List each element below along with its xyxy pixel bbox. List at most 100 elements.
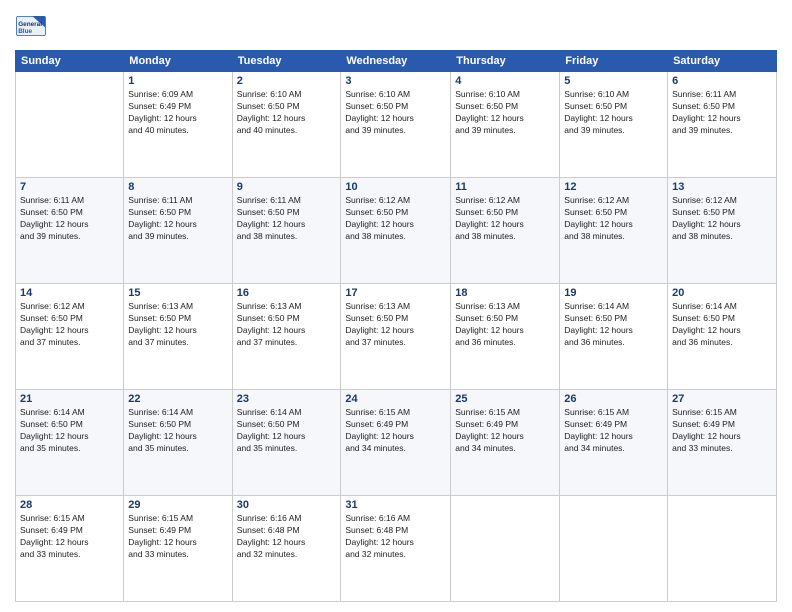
day-info: Sunrise: 6:11 AM Sunset: 6:50 PM Dayligh… xyxy=(237,195,337,243)
day-cell: 25 Sunrise: 6:15 AM Sunset: 6:49 PM Dayli… xyxy=(451,390,560,496)
day-cell: 4 Sunrise: 6:10 AM Sunset: 6:50 PM Daylig… xyxy=(451,72,560,178)
day-number: 6 xyxy=(672,75,772,87)
day-cell: 21 Sunrise: 6:14 AM Sunset: 6:50 PM Dayli… xyxy=(16,390,124,496)
day-cell: 14 Sunrise: 6:12 AM Sunset: 6:50 PM Dayli… xyxy=(16,284,124,390)
day-info: Sunrise: 6:15 AM Sunset: 6:49 PM Dayligh… xyxy=(20,513,119,561)
week-row: 14 Sunrise: 6:12 AM Sunset: 6:50 PM Dayli… xyxy=(16,284,777,390)
day-number: 31 xyxy=(345,499,446,511)
page: General Blue SundayMondayTuesdayWednesda… xyxy=(0,0,792,612)
day-cell: 7 Sunrise: 6:11 AM Sunset: 6:50 PM Daylig… xyxy=(16,178,124,284)
day-info: Sunrise: 6:16 AM Sunset: 6:48 PM Dayligh… xyxy=(237,513,337,561)
day-number: 20 xyxy=(672,287,772,299)
day-number: 23 xyxy=(237,393,337,405)
day-info: Sunrise: 6:15 AM Sunset: 6:49 PM Dayligh… xyxy=(455,407,555,455)
day-number: 19 xyxy=(564,287,663,299)
day-cell: 13 Sunrise: 6:12 AM Sunset: 6:50 PM Dayli… xyxy=(668,178,777,284)
day-cell xyxy=(16,72,124,178)
day-number: 18 xyxy=(455,287,555,299)
header-row: SundayMondayTuesdayWednesdayThursdayFrid… xyxy=(16,51,777,72)
day-number: 22 xyxy=(128,393,227,405)
day-cell: 27Sunrise: 6:15 AM Sunset: 6:49 PM Dayli… xyxy=(668,390,777,496)
day-number: 4 xyxy=(455,75,555,87)
day-number: 14 xyxy=(20,287,119,299)
header-day: Saturday xyxy=(668,51,777,72)
day-cell: 12Sunrise: 6:12 AM Sunset: 6:50 PM Dayli… xyxy=(560,178,668,284)
header-day: Monday xyxy=(124,51,232,72)
day-info: Sunrise: 6:15 AM Sunset: 6:49 PM Dayligh… xyxy=(672,407,772,455)
week-row: 28 Sunrise: 6:15 AM Sunset: 6:49 PM Dayli… xyxy=(16,496,777,602)
day-cell: 18 Sunrise: 6:13 AM Sunset: 6:50 PM Dayli… xyxy=(451,284,560,390)
day-cell: 26 Sunrise: 6:15 AM Sunset: 6:49 PM Dayli… xyxy=(560,390,668,496)
day-cell: 5Sunrise: 6:10 AM Sunset: 6:50 PM Daylig… xyxy=(560,72,668,178)
day-cell: 23 Sunrise: 6:14 AM Sunset: 6:50 PM Dayli… xyxy=(232,390,341,496)
day-info: Sunrise: 6:15 AM Sunset: 6:49 PM Dayligh… xyxy=(128,513,227,561)
week-row: 1 Sunrise: 6:09 AM Sunset: 6:49 PM Daylig… xyxy=(16,72,777,178)
day-cell: 1 Sunrise: 6:09 AM Sunset: 6:49 PM Daylig… xyxy=(124,72,232,178)
day-cell: 11 Sunrise: 6:12 AM Sunset: 6:50 PM Dayli… xyxy=(451,178,560,284)
day-cell xyxy=(668,496,777,602)
day-info: Sunrise: 6:14 AM Sunset: 6:50 PM Dayligh… xyxy=(20,407,119,455)
day-info: Sunrise: 6:15 AM Sunset: 6:49 PM Dayligh… xyxy=(345,407,446,455)
day-info: Sunrise: 6:11 AM Sunset: 6:50 PM Dayligh… xyxy=(20,195,119,243)
logo: General Blue xyxy=(15,10,47,42)
logo-icon: General Blue xyxy=(15,10,47,42)
day-number: 3 xyxy=(345,75,446,87)
day-cell: 8 Sunrise: 6:11 AM Sunset: 6:50 PM Daylig… xyxy=(124,178,232,284)
day-info: Sunrise: 6:12 AM Sunset: 6:50 PM Dayligh… xyxy=(672,195,772,243)
day-number: 21 xyxy=(20,393,119,405)
day-number: 1 xyxy=(128,75,227,87)
day-info: Sunrise: 6:13 AM Sunset: 6:50 PM Dayligh… xyxy=(128,301,227,349)
day-info: Sunrise: 6:13 AM Sunset: 6:50 PM Dayligh… xyxy=(455,301,555,349)
svg-text:General: General xyxy=(18,21,42,28)
day-info: Sunrise: 6:10 AM Sunset: 6:50 PM Dayligh… xyxy=(455,89,555,137)
day-cell: 28 Sunrise: 6:15 AM Sunset: 6:49 PM Dayli… xyxy=(16,496,124,602)
day-info: Sunrise: 6:12 AM Sunset: 6:50 PM Dayligh… xyxy=(345,195,446,243)
day-cell: 17Sunrise: 6:13 AM Sunset: 6:50 PM Dayli… xyxy=(341,284,451,390)
day-info: Sunrise: 6:14 AM Sunset: 6:50 PM Dayligh… xyxy=(237,407,337,455)
day-cell: 2 Sunrise: 6:10 AM Sunset: 6:50 PM Daylig… xyxy=(232,72,341,178)
day-cell: 9Sunrise: 6:11 AM Sunset: 6:50 PM Daylig… xyxy=(232,178,341,284)
day-info: Sunrise: 6:15 AM Sunset: 6:49 PM Dayligh… xyxy=(564,407,663,455)
day-number: 2 xyxy=(237,75,337,87)
day-number: 26 xyxy=(564,393,663,405)
day-number: 13 xyxy=(672,181,772,193)
day-info: Sunrise: 6:12 AM Sunset: 6:50 PM Dayligh… xyxy=(20,301,119,349)
day-number: 12 xyxy=(564,181,663,193)
day-number: 25 xyxy=(455,393,555,405)
header-day: Wednesday xyxy=(341,51,451,72)
day-number: 11 xyxy=(455,181,555,193)
day-cell: 31 Sunrise: 6:16 AM Sunset: 6:48 PM Dayli… xyxy=(341,496,451,602)
day-number: 15 xyxy=(128,287,227,299)
day-number: 30 xyxy=(237,499,337,511)
day-info: Sunrise: 6:11 AM Sunset: 6:50 PM Dayligh… xyxy=(128,195,227,243)
day-number: 16 xyxy=(237,287,337,299)
day-number: 8 xyxy=(128,181,227,193)
day-number: 24 xyxy=(345,393,446,405)
day-cell: 16 Sunrise: 6:13 AM Sunset: 6:50 PM Dayli… xyxy=(232,284,341,390)
header-day: Friday xyxy=(560,51,668,72)
day-info: Sunrise: 6:13 AM Sunset: 6:50 PM Dayligh… xyxy=(237,301,337,349)
day-info: Sunrise: 6:16 AM Sunset: 6:48 PM Dayligh… xyxy=(345,513,446,561)
week-row: 21 Sunrise: 6:14 AM Sunset: 6:50 PM Dayli… xyxy=(16,390,777,496)
header: General Blue xyxy=(15,10,777,42)
day-cell: 19Sunrise: 6:14 AM Sunset: 6:50 PM Dayli… xyxy=(560,284,668,390)
day-cell: 10 Sunrise: 6:12 AM Sunset: 6:50 PM Dayli… xyxy=(341,178,451,284)
day-number: 28 xyxy=(20,499,119,511)
day-cell: 6Sunrise: 6:11 AM Sunset: 6:50 PM Daylig… xyxy=(668,72,777,178)
header-day: Thursday xyxy=(451,51,560,72)
day-number: 7 xyxy=(20,181,119,193)
header-day: Sunday xyxy=(16,51,124,72)
day-info: Sunrise: 6:09 AM Sunset: 6:49 PM Dayligh… xyxy=(128,89,227,137)
day-number: 10 xyxy=(345,181,446,193)
day-info: Sunrise: 6:14 AM Sunset: 6:50 PM Dayligh… xyxy=(128,407,227,455)
day-cell: 30 Sunrise: 6:16 AM Sunset: 6:48 PM Dayli… xyxy=(232,496,341,602)
header-day: Tuesday xyxy=(232,51,341,72)
calendar: SundayMondayTuesdayWednesdayThursdayFrid… xyxy=(15,50,777,602)
day-info: Sunrise: 6:12 AM Sunset: 6:50 PM Dayligh… xyxy=(455,195,555,243)
day-cell: 24 Sunrise: 6:15 AM Sunset: 6:49 PM Dayli… xyxy=(341,390,451,496)
day-number: 5 xyxy=(564,75,663,87)
day-cell xyxy=(451,496,560,602)
day-cell xyxy=(560,496,668,602)
day-info: Sunrise: 6:10 AM Sunset: 6:50 PM Dayligh… xyxy=(237,89,337,137)
day-cell: 15 Sunrise: 6:13 AM Sunset: 6:50 PM Dayli… xyxy=(124,284,232,390)
